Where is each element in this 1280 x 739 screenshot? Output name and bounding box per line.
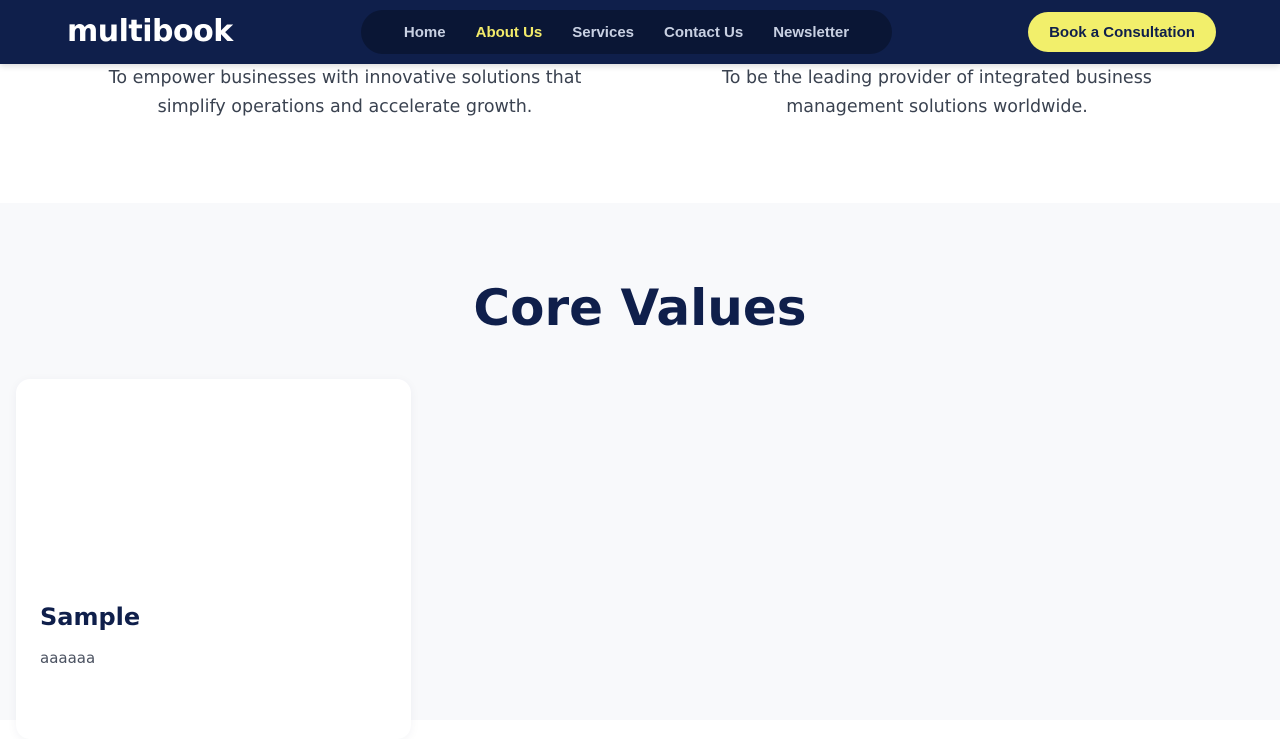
site-header: multibook Home About Us Services Contact… (0, 0, 1280, 64)
mission-text: To empower businesses with innovative so… (108, 68, 582, 117)
book-consultation-button[interactable]: Book a Consultation (1028, 12, 1216, 52)
value-card-title: Sample (40, 603, 141, 631)
core-values-title: Core Values (473, 279, 807, 337)
core-values-section: Core Values Sample aaaaaa (0, 203, 1280, 739)
multibook-logo[interactable]: multibook (67, 13, 233, 51)
nav-newsletter[interactable]: Newsletter (758, 24, 864, 41)
nav-home[interactable]: Home (389, 24, 461, 41)
nav-about-us[interactable]: About Us (461, 24, 558, 41)
mission-vision-section: To empower businesses with innovative so… (0, 64, 1280, 203)
vision-text: To be the leading provider of integrated… (722, 68, 1152, 117)
value-card-description: aaaaaa (40, 649, 96, 667)
main-nav: Home About Us Services Contact Us Newsle… (361, 10, 892, 54)
nav-contact-us[interactable]: Contact Us (649, 24, 758, 41)
nav-services[interactable]: Services (557, 24, 649, 41)
value-card: Sample aaaaaa (16, 379, 411, 739)
